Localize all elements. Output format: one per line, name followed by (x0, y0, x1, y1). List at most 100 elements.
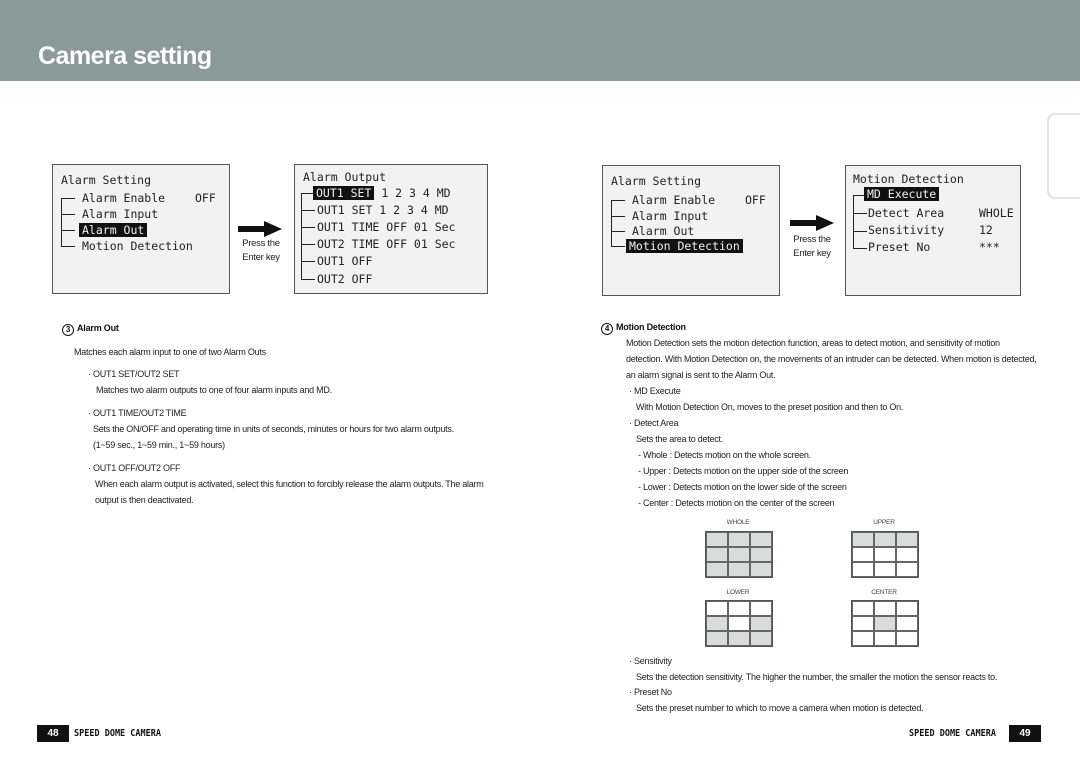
tree-line (61, 198, 62, 246)
bullet-text: Sets the detection sensitivity. The high… (636, 672, 998, 682)
osd-title: Alarm Setting (61, 173, 152, 187)
section-intro-line: Motion Detection sets the motion detecti… (626, 338, 1000, 348)
press-enter-note: Press the Enter key (787, 233, 837, 261)
right-arrow-icon (790, 215, 836, 231)
grid-cell-inactive (852, 616, 874, 631)
grid-cell-active (874, 532, 896, 547)
grid-cell-inactive (852, 631, 874, 646)
osd-output-row: OUT1 OFF (317, 254, 372, 269)
area-option: - Lower : Detects motion on the lower si… (638, 482, 847, 492)
osd-item-alarm-input: Alarm Input (82, 207, 158, 222)
grid-cell-inactive (706, 601, 728, 616)
osd-item-label: Preset No (868, 240, 931, 254)
grid-cell-inactive (896, 631, 918, 646)
grid-cell-inactive (874, 601, 896, 616)
section-intro-line: an alarm signal is sent to the Alarm Out… (626, 370, 776, 380)
bullet-title: · OUT1 OFF/OUT2 OFF (88, 463, 181, 473)
osd-alarm-output: Alarm Output OUT1 SET 1 2 3 4 MD OUT1 SE… (294, 164, 488, 294)
section-heading-alarm-out: 3 Alarm Out (62, 323, 119, 336)
page-number-left: 48 (37, 725, 69, 742)
osd-item-label: Alarm Enable (632, 193, 716, 207)
grid-cell-active (728, 631, 750, 646)
osd-output-text: OUT2 OFF (317, 272, 373, 286)
press-enter-note: Press the Enter key (236, 237, 286, 265)
tree-branch (853, 231, 867, 232)
grid-cell-inactive (896, 562, 918, 577)
bullet-title: · Sensitivity (629, 656, 672, 666)
osd-title: Alarm Output (303, 170, 387, 184)
osd-title: Alarm Setting (611, 174, 702, 188)
page-tab-marker (1047, 113, 1080, 199)
grid-cell-active (706, 562, 728, 577)
bullet-text: When each alarm output is activated, sel… (95, 479, 484, 489)
area-option: - Upper : Detects motion on the upper si… (638, 466, 849, 476)
osd-item-motion-detection: Motion Detection (82, 239, 193, 254)
osd-item-label: Motion Detection (82, 239, 193, 253)
osd-item-alarm-enable: Alarm Enable (82, 191, 165, 206)
grid-cell-active (896, 532, 918, 547)
grid-cell-inactive (896, 616, 918, 631)
section-heading-text: Motion Detection (616, 322, 686, 332)
grid-cell-inactive (728, 616, 750, 631)
osd-motion-detection: Motion Detection MD Execute Detect Area … (845, 165, 1021, 296)
tree-branch (611, 231, 625, 232)
osd-item-label: Alarm Input (632, 209, 709, 223)
footer-brand-left: SPEED DOME CAMERA (74, 728, 162, 739)
osd-item-value: 12 (979, 223, 993, 237)
grid-cell-inactive (896, 601, 918, 616)
osd-item-label: Sensitivity (868, 223, 945, 237)
page-number-right: 49 (1009, 725, 1041, 742)
bullet-text: Sets the area to detect. (636, 434, 724, 444)
tree-line (853, 195, 854, 248)
tree-branch (301, 279, 315, 280)
grid-label-whole: WHOLE (726, 519, 750, 526)
bullet-title: · OUT1 TIME/OUT2 TIME (88, 408, 187, 418)
osd-item-label: Alarm Enable (82, 191, 166, 205)
bullet-text: (1~59 sec., 1~59 min., 1~59 hours) (93, 440, 225, 450)
grid-label-upper: UPPER (873, 519, 895, 526)
area-option: - Whole : Detects motion on the whole sc… (638, 450, 811, 460)
section-heading-text: Alarm Out (77, 323, 119, 333)
bullet-text: Matches two alarm outputs to one of four… (96, 385, 332, 395)
osd-item-label-selected: Motion Detection (626, 239, 743, 253)
osd-item-alarm-out: Alarm Out (632, 224, 694, 239)
osd-output-row: OUT1 SET 1 2 3 4 MD (317, 203, 449, 218)
grid-cell-active (706, 532, 728, 547)
osd-alarm-setting-left: Alarm Setting Alarm Enable OFF Alarm Inp… (52, 164, 230, 294)
press-note-line: Press the (793, 234, 831, 245)
grid-cell-inactive (896, 547, 918, 562)
area-grid-upper (851, 531, 919, 578)
grid-cell-inactive (874, 562, 896, 577)
tree-branch (611, 246, 625, 247)
osd-output-text: OUT1 TIME OFF 01 Sec (317, 220, 456, 234)
grid-cell-active (874, 616, 896, 631)
grid-cell-active (728, 547, 750, 562)
page-title: Camera setting (38, 42, 212, 70)
bullet-text: output is then deactivated. (95, 495, 194, 505)
tree-line (611, 200, 612, 246)
grid-cell-active (728, 562, 750, 577)
press-note-line: Enter key (793, 248, 831, 259)
osd-item-preset-no: Preset No (868, 240, 930, 255)
grid-cell-active (706, 631, 728, 646)
footer-brand-right: SPEED DOME CAMERA (909, 728, 997, 739)
osd-item-md-execute: MD Execute (864, 187, 940, 202)
bullet-text: With Motion Detection On, moves to the p… (636, 402, 904, 412)
osd-item-value: WHOLE (979, 206, 1014, 220)
tree-branch (61, 214, 75, 215)
grid-cell-active (852, 532, 874, 547)
press-note-line: Enter key (242, 252, 280, 263)
grid-cell-inactive (874, 631, 896, 646)
tree-line (301, 193, 302, 279)
grid-cell-active (728, 532, 750, 547)
grid-cell-inactive (874, 547, 896, 562)
tree-branch (853, 213, 867, 214)
osd-item-alarm-enable: Alarm Enable (632, 193, 715, 208)
osd-alarm-setting-right: Alarm Setting Alarm Enable OFF Alarm Inp… (602, 165, 780, 296)
section-number-badge: 3 (62, 324, 74, 336)
grid-cell-active (750, 547, 772, 562)
osd-item-label: Detect Area (868, 206, 945, 220)
press-note-line: Press the (242, 238, 280, 249)
tree-branch (611, 216, 625, 217)
grid-cell-active (706, 616, 728, 631)
